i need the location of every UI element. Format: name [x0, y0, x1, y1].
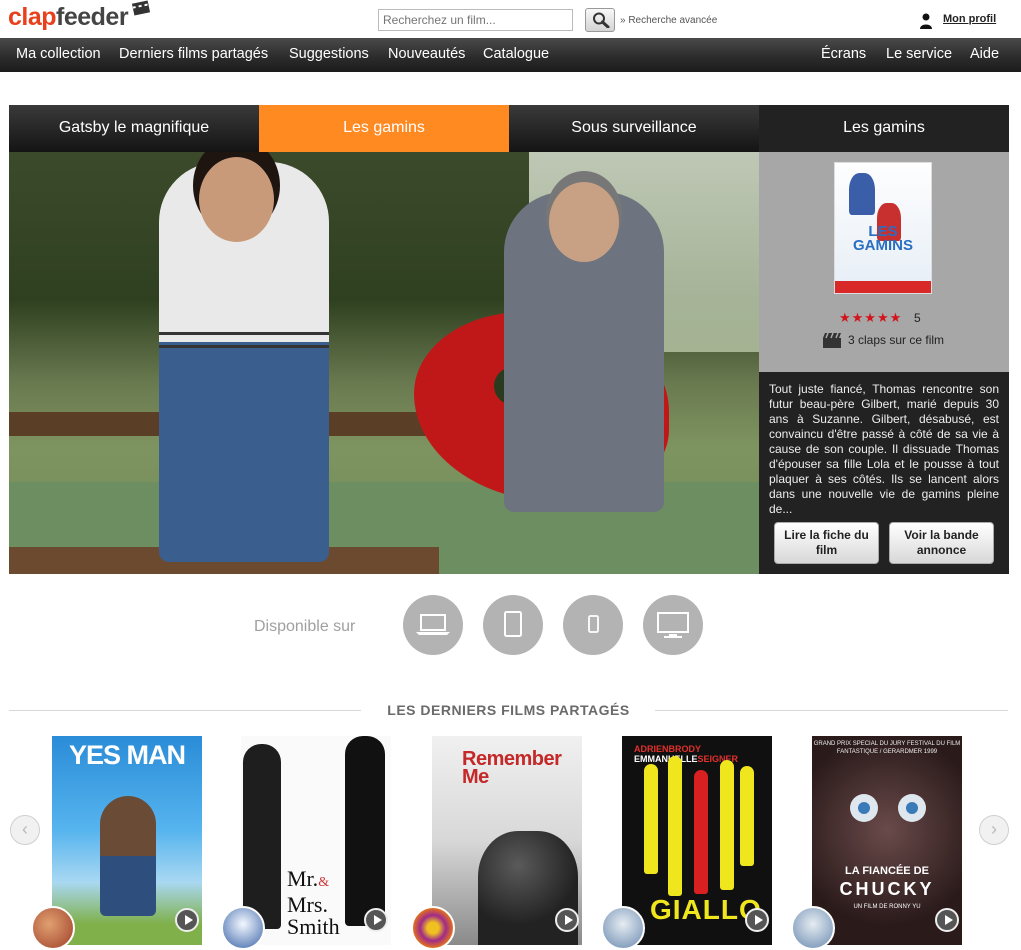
film-card-giallo[interactable]: ADRIENBRODY EMMANUELLESEIGNER GIALLO [622, 736, 772, 945]
hero-person-right [504, 182, 664, 512]
tablet-icon [504, 611, 522, 637]
section-title-latest-shared: LES DERNIERS FILMS PARTAGÉS [387, 702, 630, 718]
film-card-mr-mrs-smith[interactable]: Mr.& Mrs. Smith [241, 736, 391, 945]
film-card-chucky[interactable]: GRAND PRIX SPECIAL DU JURY FESTIVAL DU F… [812, 736, 962, 945]
avatar[interactable] [221, 906, 265, 950]
main-nav: Ma collection Derniers films partagés Su… [0, 38, 1021, 72]
star-rating: ★★★★★ [839, 310, 903, 325]
phone-icon [588, 615, 599, 633]
poster-knife [740, 766, 754, 866]
advanced-search-link[interactable]: » Recherche avancée [620, 15, 717, 26]
film-poster[interactable]: LES GAMINS [834, 162, 932, 294]
avatar[interactable] [411, 906, 455, 950]
nav-item-screens[interactable]: Écrans [821, 46, 866, 62]
profile-link[interactable]: Mon profil [943, 13, 996, 25]
nav-item-service[interactable]: Le service [886, 46, 952, 62]
featured-film-title: Les gamins [759, 105, 1009, 152]
play-icon[interactable] [935, 908, 959, 932]
rating-value: 5 [914, 311, 921, 325]
tv-icon [657, 612, 689, 638]
avatar[interactable] [791, 906, 835, 950]
header: clapfeeder » Recherche avancée Mon profi… [0, 0, 1021, 38]
available-on-label: Disponible sur [254, 618, 356, 635]
device-laptop[interactable] [403, 595, 463, 655]
avatar[interactable] [31, 906, 75, 950]
chevron-right-icon: › [991, 819, 997, 839]
nav-item-latest-shared[interactable]: Derniers films partagés [119, 46, 268, 62]
nav-item-collection[interactable]: Ma collection [16, 46, 101, 62]
poster-figure [345, 736, 385, 926]
poster-figure [100, 796, 156, 916]
nav-item-new[interactable]: Nouveautés [388, 46, 465, 62]
carousel-prev-button[interactable]: ‹ [10, 815, 40, 845]
chevron-left-icon: ‹ [22, 819, 28, 839]
film-info-panel: LES GAMINS ★★★★★ 5 3 claps sur ce film [759, 152, 1009, 372]
laptop-icon [416, 614, 450, 635]
poster-knife [720, 760, 734, 890]
carousel-next-button[interactable]: › [979, 815, 1009, 845]
tab-les-gamins[interactable]: Les gamins [259, 105, 509, 161]
claps-count: 3 claps sur ce film [848, 333, 945, 347]
clapfeeder-logo[interactable]: clapfeeder [8, 0, 151, 32]
device-tablet[interactable] [483, 595, 543, 655]
hero-sweater-stripes [159, 332, 329, 348]
poster-eye [898, 794, 926, 822]
film-card-remember-me[interactable]: Remember Me [432, 736, 582, 945]
nav-item-suggestions[interactable]: Suggestions [289, 46, 369, 62]
featured-still-image[interactable] [9, 152, 759, 574]
read-film-page-button[interactable]: Lire la fiche du film [774, 522, 879, 564]
clapperboard-icon [131, 0, 151, 16]
poster-eye [850, 794, 878, 822]
play-icon[interactable] [364, 908, 388, 932]
tab-sous-surveillance[interactable]: Sous surveillance [509, 105, 759, 152]
device-phone[interactable] [563, 595, 623, 655]
film-synopsis: Tout juste fiancé, Thomas rencontre son … [769, 382, 999, 516]
film-synopsis-panel: Tout juste fiancé, Thomas rencontre son … [759, 372, 1009, 574]
poster-figure [243, 744, 281, 929]
search-button[interactable] [585, 8, 615, 32]
poster-knife [668, 756, 682, 896]
play-icon[interactable] [555, 908, 579, 932]
user-icon [920, 13, 932, 29]
nav-item-catalog[interactable]: Catalogue [483, 46, 549, 62]
watch-trailer-button[interactable]: Voir la bande annonce [889, 522, 994, 564]
play-icon[interactable] [175, 908, 199, 932]
magnifier-icon [593, 12, 610, 28]
search-input[interactable] [378, 9, 573, 31]
clapperboard-icon [823, 332, 841, 348]
film-card-yes-man[interactable]: YES MAN [52, 736, 202, 945]
device-tv[interactable] [643, 595, 703, 655]
play-icon[interactable] [745, 908, 769, 932]
tab-gatsby[interactable]: Gatsby le magnifique [9, 105, 259, 152]
poster-knife [694, 770, 708, 894]
avatar[interactable] [601, 906, 645, 950]
hero-person-left [159, 157, 329, 562]
poster-knife [644, 764, 658, 874]
nav-item-help[interactable]: Aide [970, 46, 999, 62]
